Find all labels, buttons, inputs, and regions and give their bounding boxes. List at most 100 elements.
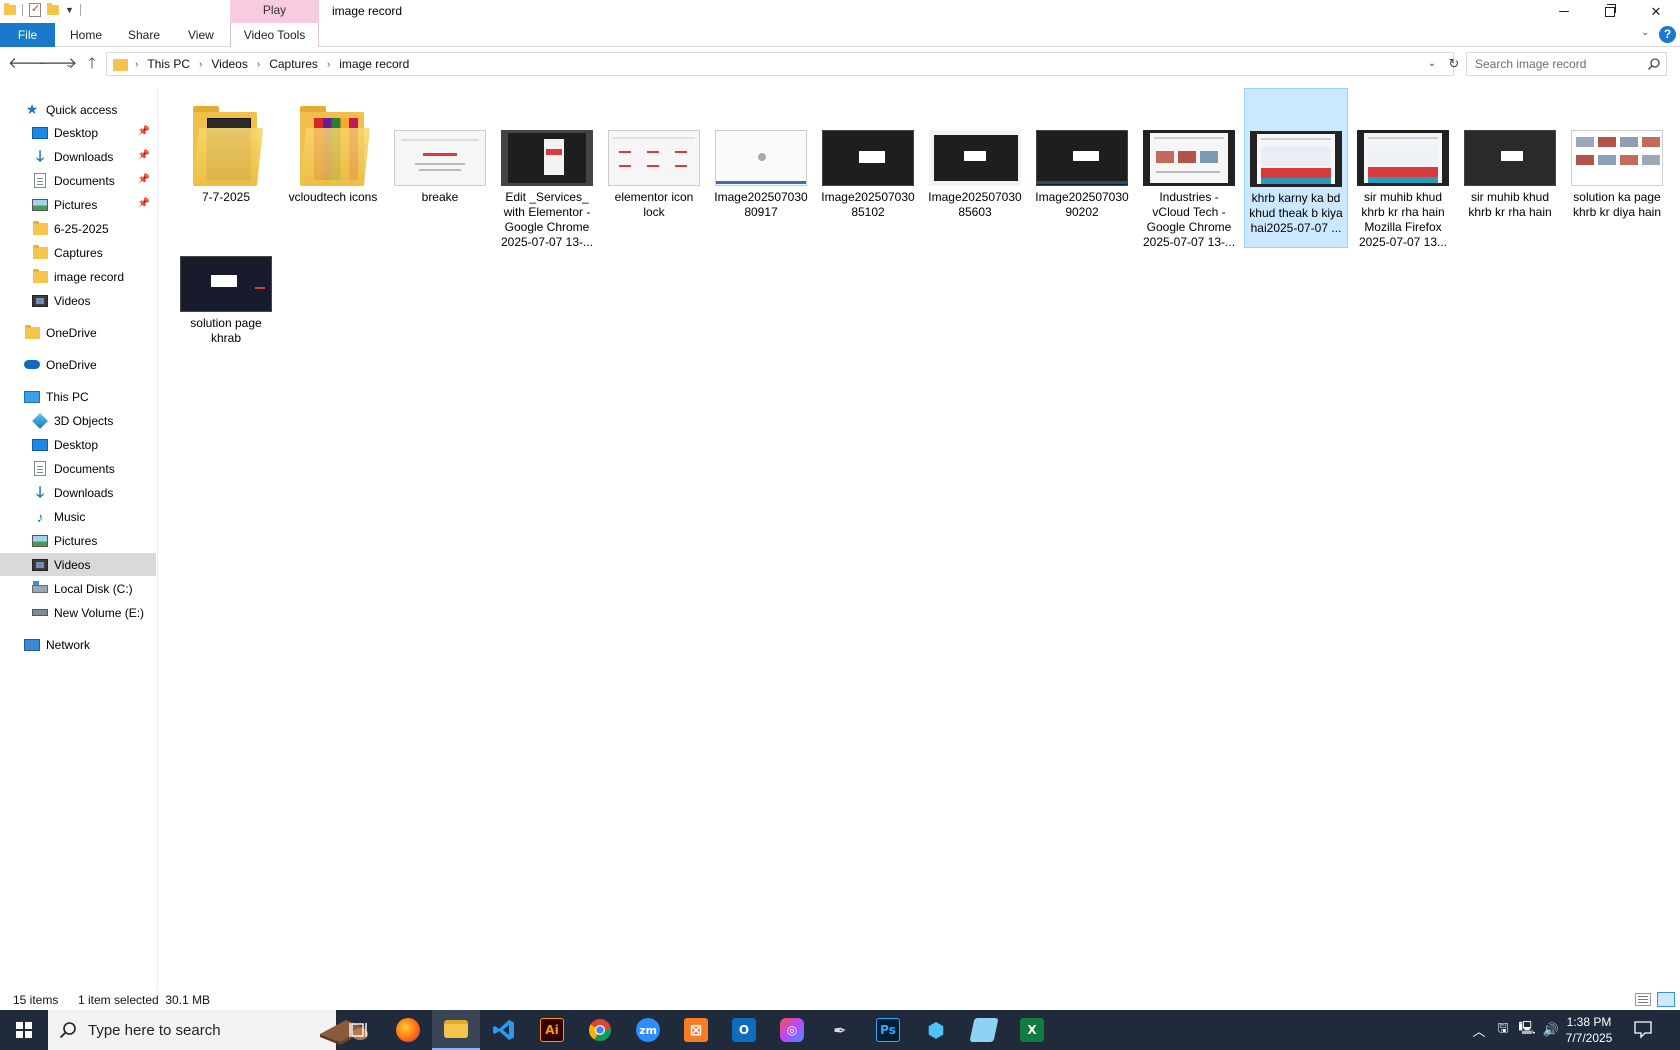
sidebar-item-image-record[interactable]: image record — [0, 265, 156, 288]
file-item-image[interactable]: Image20250703080917 — [709, 94, 813, 220]
sidebar-item-downloads[interactable]: 🡓 Downloads — [0, 481, 156, 504]
details-view-icon[interactable] — [1635, 993, 1651, 1006]
show-hidden-icons-chevron-icon[interactable]: ︿ — [1468, 1010, 1490, 1050]
properties-icon[interactable] — [29, 2, 41, 17]
network-icon[interactable]: 🖳 — [1516, 1010, 1538, 1050]
file-item-folder[interactable]: 7-7-2025 — [174, 94, 278, 205]
breadcrumb-chevron-icon[interactable]: › — [199, 59, 202, 70]
sidebar-item-videos[interactable]: Videos — [0, 553, 156, 576]
breadcrumb-videos[interactable]: Videos — [211, 57, 247, 71]
sidebar-item-quick-access[interactable]: ★ Quick access — [0, 98, 156, 121]
back-button[interactable]: 🡐 — [8, 53, 48, 75]
file-item-video[interactable]: Industries - vCloud Tech - Google Chrome… — [1137, 94, 1241, 250]
file-item-video[interactable]: Edit _Services_ with Elementor - Google … — [495, 94, 599, 250]
tab-home[interactable]: Home — [62, 23, 110, 47]
restore-button[interactable] — [1587, 0, 1633, 23]
breadcrumb-image-record[interactable]: image record — [339, 57, 409, 71]
taskbar-app-illustrator[interactable]: Ai — [528, 1010, 576, 1050]
start-button[interactable] — [0, 1010, 48, 1050]
file-item-video-selected[interactable]: khrb karny ka bd khud theak b kiya hai20… — [1244, 88, 1348, 248]
sidebar-item-3d-objects[interactable]: 3D Objects — [0, 409, 156, 432]
tab-video-tools[interactable]: Video Tools — [230, 23, 319, 47]
tab-share[interactable]: Share — [120, 23, 168, 47]
sidebar-item-onedrive[interactable]: OneDrive — [0, 353, 156, 376]
new-folder-icon[interactable] — [47, 3, 59, 15]
taskbar-app-generic[interactable]: ⬢ — [912, 1010, 960, 1050]
sidebar-item-network[interactable]: Network — [0, 633, 156, 656]
search-icon[interactable] — [1647, 57, 1661, 71]
file-item-image[interactable]: Image20250703090202 — [1030, 94, 1134, 220]
taskbar-search[interactable]: Type here to search — [48, 1010, 368, 1050]
tray-device-icon[interactable]: 🖫 — [1492, 1010, 1514, 1050]
sidebar-item-new-volume-e[interactable]: New Volume (E:) — [0, 601, 156, 624]
breadcrumb-chevron-icon[interactable]: › — [257, 59, 260, 70]
breadcrumb-chevron-icon[interactable]: › — [135, 59, 138, 70]
address-bar[interactable]: › This PC › Videos › Captures › image re… — [106, 52, 1459, 76]
taskbar-app-creative-cloud[interactable]: ◎ — [768, 1010, 816, 1050]
search-input[interactable] — [1467, 53, 1637, 75]
taskbar-app-excel[interactable]: X — [1008, 1010, 1056, 1050]
recent-locations-chevron-icon[interactable]: ⌄ — [62, 53, 76, 75]
taskbar-app-pen-tool[interactable]: ✒ — [816, 1010, 864, 1050]
taskbar-app-chrome[interactable] — [576, 1010, 624, 1050]
chrome-icon — [589, 1019, 611, 1041]
sidebar-item-this-pc[interactable]: This PC — [0, 385, 156, 408]
pin-icon[interactable]: 📌 — [138, 198, 150, 209]
sidebar-item-6-25-2025[interactable]: 6-25-2025 — [0, 217, 156, 240]
vscode-icon — [493, 1020, 514, 1040]
forward-button[interactable]: 🡒 — [37, 53, 77, 75]
taskbar-app-outlook[interactable]: O — [720, 1010, 768, 1050]
sidebar-item-desktop-pinned[interactable]: Desktop 📌 — [0, 121, 156, 144]
taskbar-app-firefox[interactable] — [384, 1010, 432, 1050]
breadcrumb-captures[interactable]: Captures — [269, 57, 318, 71]
task-view-button[interactable] — [336, 1010, 384, 1050]
taskbar-app-photoshop[interactable]: Ps — [864, 1010, 912, 1050]
file-item-image[interactable]: solution page khrab — [174, 220, 278, 346]
clock[interactable]: 1:38 PM 7/7/2025 — [1553, 1014, 1625, 1046]
sidebar-item-pictures[interactable]: Pictures — [0, 529, 156, 552]
notification-icon[interactable] — [1633, 1019, 1653, 1039]
sidebar-item-onedrive-folder[interactable]: OneDrive — [0, 321, 156, 344]
close-button[interactable]: ✕ — [1633, 0, 1679, 23]
sidebar-item-pictures-pinned[interactable]: Pictures 📌 — [0, 193, 156, 216]
tab-file[interactable]: File — [0, 23, 55, 47]
taskbar-app-vscode[interactable] — [480, 1010, 528, 1050]
pin-icon[interactable]: 📌 — [138, 174, 150, 185]
pin-icon[interactable]: 📌 — [138, 126, 150, 137]
minimize-button[interactable] — [1541, 0, 1587, 23]
search-box[interactable] — [1466, 52, 1667, 76]
pin-icon[interactable]: 📌 — [138, 150, 150, 161]
large-icons-view-icon[interactable] — [1657, 992, 1675, 1007]
refresh-icon[interactable]: ↻ — [1445, 55, 1463, 73]
file-item-image[interactable]: Image20250703085603 — [923, 94, 1027, 220]
breadcrumb-this-pc[interactable]: This PC — [147, 57, 190, 71]
file-item-image[interactable]: elementor icon lock — [602, 94, 706, 220]
file-item-image[interactable]: solution ka page khrb kr diya hain — [1565, 94, 1669, 220]
address-dropdown-icon[interactable]: ⌄ — [1423, 55, 1441, 73]
sidebar-item-captures[interactable]: Captures — [0, 241, 156, 264]
file-item-video[interactable]: sir muhib khud khrb kr rha hain Mozilla … — [1351, 94, 1455, 250]
sidebar-item-documents[interactable]: Documents — [0, 457, 156, 480]
sidebar-item-documents-pinned[interactable]: Documents 📌 — [0, 169, 156, 192]
sidebar-item-music[interactable]: ♪ Music — [0, 505, 156, 528]
taskbar-app-notepad[interactable] — [960, 1010, 1008, 1050]
sidebar-item-label: Documents — [54, 173, 115, 188]
up-button[interactable]: 🡑 — [81, 53, 103, 75]
customize-toolbar-arrow-icon[interactable]: ▼ — [65, 5, 74, 15]
expand-ribbon-chevron-icon[interactable]: ⌄ — [1641, 27, 1649, 38]
help-icon[interactable]: ? — [1659, 26, 1676, 43]
file-item-image[interactable]: sir muhib khud khrb kr rha hain — [1458, 94, 1562, 220]
sidebar-item-videos-quick[interactable]: Videos — [0, 289, 156, 312]
taskbar-app-file-explorer[interactable] — [432, 1010, 480, 1050]
tab-view[interactable]: View — [180, 23, 222, 47]
file-item-image[interactable]: breake — [388, 94, 492, 205]
taskbar-app-xampp[interactable]: ⊠ — [672, 1010, 720, 1050]
sidebar-item-downloads-pinned[interactable]: 🡓 Downloads 📌 — [0, 145, 156, 168]
sidebar-item-desktop[interactable]: Desktop — [0, 433, 156, 456]
item-count: 15 items — [13, 993, 59, 1007]
file-item-folder[interactable]: vcloudtech icons — [281, 94, 385, 205]
file-item-image[interactable]: Image20250703085102 — [816, 94, 920, 220]
breadcrumb-chevron-icon[interactable]: › — [327, 59, 330, 70]
taskbar-app-zoom[interactable]: zm — [624, 1010, 672, 1050]
sidebar-item-local-disk-c[interactable]: Local Disk (C:) — [0, 577, 156, 600]
